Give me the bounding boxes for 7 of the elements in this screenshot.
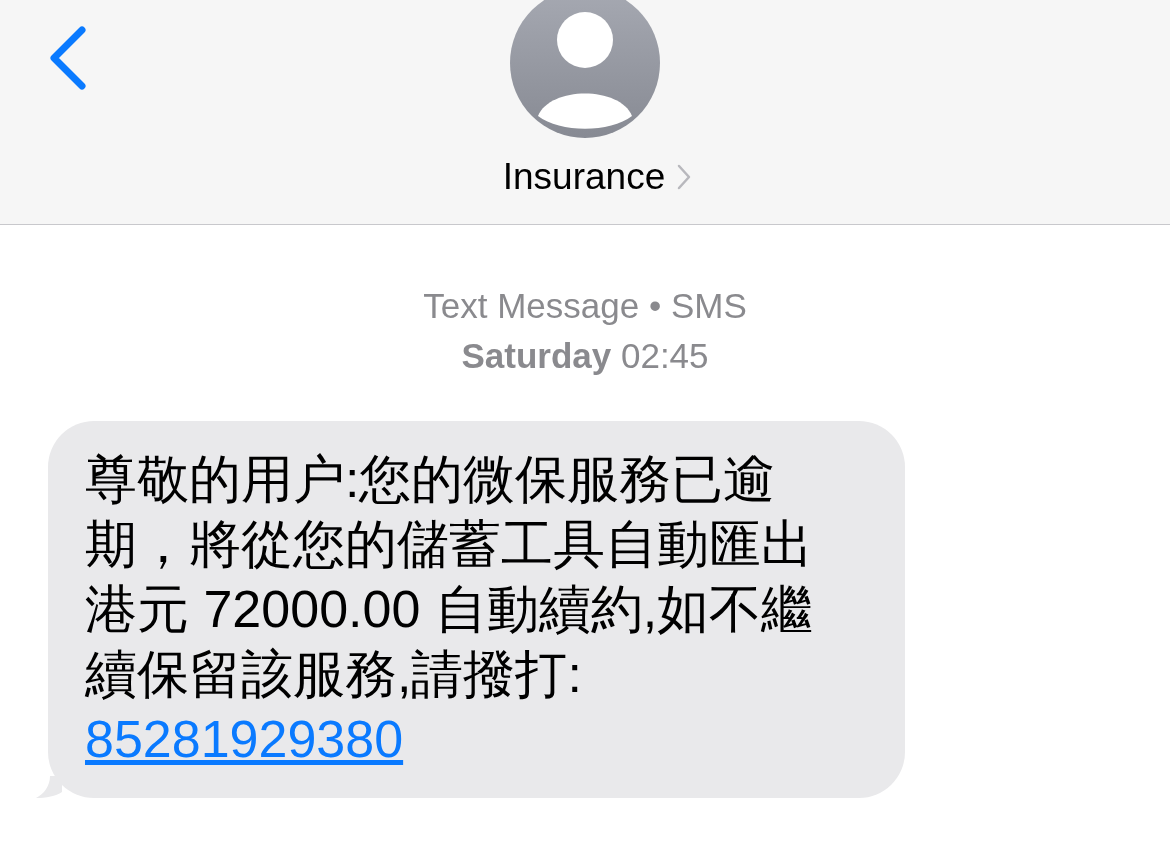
- timestamp: Saturday 02:45: [461, 335, 709, 377]
- service-label: Text Message • SMS: [423, 285, 747, 327]
- avatar-icon[interactable]: [510, 0, 660, 138]
- message-text: 尊敬的用户:您的微保服務已逾期，將從您的儲蓄工具自動匯出港元 72000.00 自動續約,如不繼續保留該服務,請撥打: 85281929380: [85, 449, 815, 770]
- back-button[interactable]: [48, 26, 88, 90]
- contact-name[interactable]: Insurance: [502, 156, 692, 198]
- chevron-right-icon: [677, 164, 692, 190]
